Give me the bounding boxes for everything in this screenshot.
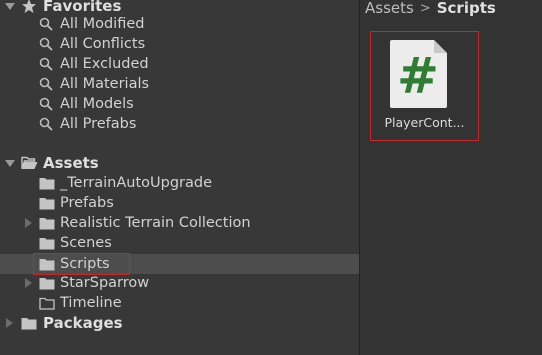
breadcrumb: Assets > Scripts — [365, 0, 496, 18]
search-icon — [39, 77, 53, 91]
tree-item-all-materials[interactable]: All Materials — [0, 74, 359, 94]
selection-highlight-box — [33, 253, 130, 275]
csharp-script-icon: # — [390, 40, 447, 108]
expand-arrow-icon[interactable] — [25, 278, 32, 288]
expand-arrow-icon[interactable] — [5, 3, 15, 10]
tree-item-scenes[interactable]: Scenes — [0, 233, 359, 253]
tree-item-all-prefabs[interactable]: All Prefabs — [0, 114, 359, 134]
folder-icon — [39, 198, 55, 210]
assets-label: Assets — [43, 154, 99, 172]
folder-icon — [39, 278, 55, 290]
tree-item-label: All Materials — [60, 76, 150, 92]
tree-item-label: All Conflicts — [60, 36, 146, 52]
tree-item-label: Timeline — [60, 295, 122, 311]
folder-open-icon — [21, 156, 38, 169]
tree-item-label: StarSparrow — [60, 275, 150, 291]
tree-item-label: All Models — [60, 96, 134, 112]
script-glyph: # — [397, 47, 439, 105]
folder-icon — [39, 218, 55, 230]
tree-item-all-models[interactable]: All Models — [0, 94, 359, 114]
expand-arrow-icon[interactable] — [25, 218, 32, 228]
search-icon — [39, 97, 53, 111]
search-icon — [39, 117, 53, 131]
star-icon — [22, 0, 36, 13]
tree-item-label: All Modified — [60, 16, 145, 32]
tree-item-label: All Prefabs — [60, 116, 137, 132]
asset-name-label: PlayerCont... — [384, 115, 465, 130]
tree-item-prefabs[interactable]: Prefabs — [0, 193, 359, 213]
expand-arrow-icon[interactable] — [6, 318, 13, 328]
tree-item-all-modified[interactable]: All Modified — [0, 14, 359, 34]
tree-item-label: Realistic Terrain Collection — [60, 215, 251, 231]
breadcrumb-root[interactable]: Assets — [365, 0, 414, 17]
expand-arrow-icon[interactable] — [5, 160, 15, 167]
tree-item-terrain-auto-upgrade[interactable]: _TerrainAutoUpgrade — [0, 173, 359, 193]
tree-row-assets[interactable]: Assets — [0, 153, 359, 173]
packages-label: Packages — [43, 314, 123, 332]
breadcrumb-separator: > — [419, 0, 431, 16]
tree-item-all-conflicts[interactable]: All Conflicts — [0, 34, 359, 54]
folder-icon — [21, 318, 37, 330]
project-tree-panel: Favorites All Modified All Conflicts All… — [0, 0, 359, 355]
tree-item-label: All Excluded — [60, 56, 149, 72]
folder-empty-icon — [39, 297, 55, 310]
folder-icon — [39, 178, 55, 190]
tree-item-label: Scenes — [60, 235, 112, 251]
tree-item-timeline[interactable]: Timeline — [0, 293, 359, 313]
tree-item-realistic-terrain-collection[interactable]: Realistic Terrain Collection — [0, 213, 359, 233]
search-icon — [39, 57, 53, 71]
tree-row-packages[interactable]: Packages — [0, 313, 359, 333]
tree-item-starsparrow[interactable]: StarSparrow — [0, 273, 359, 293]
folder-icon — [39, 238, 55, 250]
search-icon — [39, 17, 53, 31]
tree-item-all-excluded[interactable]: All Excluded — [0, 54, 359, 74]
assets-view-panel: Assets > Scripts # PlayerCont... — [360, 0, 542, 355]
breadcrumb-current[interactable]: Scripts — [437, 0, 496, 17]
asset-tile-player-controller[interactable]: # PlayerCont... — [370, 31, 479, 141]
search-icon — [39, 37, 53, 51]
tree-item-label: Prefabs — [60, 195, 114, 211]
tree-item-label: _TerrainAutoUpgrade — [60, 175, 212, 191]
